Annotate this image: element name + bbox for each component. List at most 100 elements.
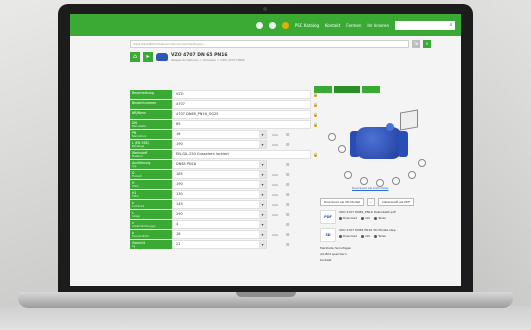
top-link-3[interactable]: Im Inneren: [367, 23, 389, 28]
row-value-field[interactable]: 4707-DN65_PN16_GG25: [172, 110, 311, 119]
row-value-field[interactable]: VZO: [172, 90, 311, 99]
table-row: L Länge 290 ▾ mm ☰: [130, 210, 320, 219]
table-row: b Flanschdicke 18 ▾ mm ☰: [130, 230, 320, 239]
lock-icon[interactable]: ☰: [283, 142, 292, 147]
row-value-field[interactable]: DN65 PN16 ▾: [172, 160, 267, 169]
chevron-down-icon[interactable]: ▾: [259, 201, 266, 208]
bottom-link[interactable]: Als Bild speichern: [320, 252, 351, 256]
tab-3d[interactable]: [314, 86, 332, 93]
lock-icon[interactable]: ☰: [283, 202, 292, 207]
user-icon[interactable]: [255, 21, 263, 29]
path-input[interactable]: /Fast-Data/Bibliothek/Armaturen/Ventile/…: [130, 40, 409, 48]
row-value-field[interactable]: 185 ▾: [172, 170, 267, 179]
file-item: 3D VZO 4707 DN65 PN16 3D Modell.step Downl…: [320, 228, 432, 242]
top-link-2[interactable]: Formen: [346, 23, 361, 28]
lock-icon[interactable]: ☰: [283, 242, 292, 247]
row-value-field[interactable]: 4707: [172, 100, 311, 109]
cart-icon[interactable]: [268, 21, 276, 29]
lock-icon[interactable]: ☰: [283, 232, 292, 237]
chevron-down-icon[interactable]: ▾: [259, 161, 266, 168]
file-action-button[interactable]: Download: [339, 216, 357, 220]
table-row: Bestellnummer 4707 🔒: [130, 100, 320, 109]
file-action-button[interactable]: Info: [360, 216, 370, 220]
top-link-0[interactable]: PSC Katalog: [295, 23, 319, 28]
row-label: n Anzahl Bohrungen: [130, 220, 172, 229]
tab-view[interactable]: [334, 86, 360, 93]
rotate-icon[interactable]: [328, 133, 336, 141]
action-icon: [374, 234, 378, 238]
chevron-down-icon[interactable]: ▾: [259, 231, 266, 238]
section-icon[interactable]: [392, 177, 400, 185]
file-action-button[interactable]: Teilen: [374, 234, 386, 238]
home-button[interactable]: ⌂: [130, 52, 140, 62]
top-link-1[interactable]: Kontakt: [325, 23, 340, 28]
row-label: DN Nennweite: [130, 120, 172, 129]
file-name: VZO 4707 DN65 PN16 3D Modell.step: [339, 228, 396, 232]
row-label: L Länge: [130, 210, 172, 219]
next-button[interactable]: ▸: [143, 52, 153, 62]
table-row: D Flansch 185 ▾ mm ☰: [130, 170, 320, 179]
row-value-field[interactable]: 18 ▾: [172, 230, 267, 239]
row-label: L (EN 558) Baulänge: [130, 140, 172, 149]
fullscreen-icon[interactable]: [418, 159, 426, 167]
row-value-field[interactable]: 190 ▾: [172, 140, 267, 149]
breadcrumb[interactable]: Absperrarmaturen > Schieber > VZO 4707 D…: [171, 58, 245, 62]
lock-icon[interactable]: ☰: [283, 222, 292, 227]
row-value-field[interactable]: 290 ▾: [172, 210, 267, 219]
chevron-down-icon[interactable]: ▾: [259, 241, 266, 248]
attribute-table: Beschreibung VZO 🔒 Bestellnummer 4707 🔒 NB/Nen…: [130, 90, 320, 250]
path-search-button[interactable]: ⌕: [423, 40, 431, 48]
bottom-link[interactable]: Merkliste hinzufügen: [320, 246, 351, 250]
file-name: VZO 4707 DN65_PN16 Datenblatt.pdf: [339, 210, 396, 214]
datasheet-button[interactable]: Datenblatt als PDF: [378, 198, 415, 206]
table-row: NB/Nenn 4707-DN65_PN16_GG25 🔒: [130, 110, 320, 119]
ruler-icon[interactable]: ⇲: [412, 40, 420, 48]
part-header: ⌂ ▸ VZO 4707 DN 65 PN16 Absperrarmaturen…: [70, 48, 461, 62]
row-value-field[interactable]: 4 ▾: [172, 220, 267, 229]
row-value-field[interactable]: 145 ▾: [172, 200, 267, 209]
chevron-down-icon[interactable]: ▾: [259, 131, 266, 138]
row-value-field[interactable]: 65: [172, 120, 311, 129]
lock-icon[interactable]: ☰: [283, 212, 292, 217]
view-cube-icon[interactable]: [400, 109, 418, 131]
chevron-down-icon[interactable]: ▾: [259, 181, 266, 188]
row-label: Bestellnummer: [130, 100, 172, 109]
lock-icon[interactable]: ☰: [283, 172, 292, 177]
download-button[interactable]: Download als 3D-Modell: [320, 198, 365, 206]
settings-icon[interactable]: [408, 171, 416, 179]
search-small-icon[interactable]: ⌕: [367, 198, 376, 206]
chevron-down-icon[interactable]: ▾: [259, 211, 266, 218]
row-value-field[interactable]: 21 ▾: [172, 240, 267, 249]
top-search-input[interactable]: ⌕: [395, 20, 455, 30]
chevron-down-icon[interactable]: ▾: [259, 171, 266, 178]
chevron-down-icon[interactable]: ▾: [259, 191, 266, 198]
zoom-icon[interactable]: [344, 171, 352, 179]
row-value-field[interactable]: 190 ▾: [172, 180, 267, 189]
lock-icon[interactable]: ☰: [283, 132, 292, 137]
search-icon[interactable]: ⌕: [448, 22, 454, 28]
bottom-link[interactable]: Kontakt: [320, 258, 351, 262]
chevron-down-icon[interactable]: ▾: [259, 141, 266, 148]
tab-2d[interactable]: [362, 86, 380, 93]
pan-icon[interactable]: [338, 145, 346, 153]
row-label: k Lochkreis: [130, 200, 172, 209]
fit-icon[interactable]: [360, 177, 368, 185]
row-label: Beschreibung: [130, 90, 172, 99]
row-value-field[interactable]: 130 ▾: [172, 190, 267, 199]
file-actions: Download Info Teilen: [339, 216, 432, 220]
file-action-button[interactable]: Download: [339, 234, 357, 238]
chevron-down-icon[interactable]: ▾: [259, 221, 266, 228]
file-action-button[interactable]: Info: [360, 234, 370, 238]
lock-icon[interactable]: ☰: [283, 192, 292, 197]
file-action-button[interactable]: Teilen: [374, 216, 386, 220]
3d-viewer[interactable]: [314, 93, 432, 188]
row-value-field[interactable]: 16 ▾: [172, 130, 267, 139]
laptop-screen: PSC Katalog Kontakt Formen Im Inneren ⌕ …: [70, 14, 461, 286]
table-row: DN Nennweite 65 🔒: [130, 120, 320, 129]
lock-icon[interactable]: ☰: [283, 162, 292, 167]
row-value-field[interactable]: EN-GJL-250 Gusseisen lackiert: [172, 150, 311, 159]
viewer-link[interactable]: Download als CAD Datei: [352, 186, 388, 190]
part-thumbnail-icon: [156, 53, 168, 61]
lock-icon[interactable]: ☰: [283, 182, 292, 187]
notification-icon[interactable]: [281, 21, 289, 29]
